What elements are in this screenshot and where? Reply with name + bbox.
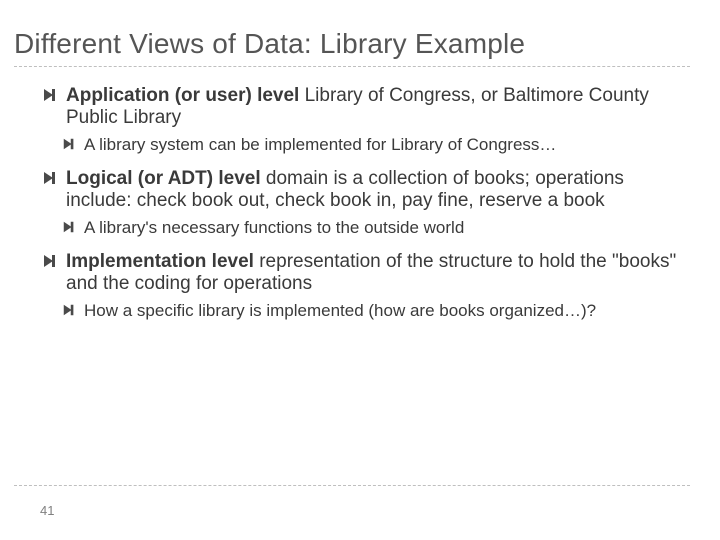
sub-bullet-item: A library's necessary functions to the o… xyxy=(84,218,680,238)
arrow-icon xyxy=(62,137,76,151)
arrow-icon xyxy=(62,220,76,234)
bullet-item: Logical (or ADT) level domain is a colle… xyxy=(66,168,680,237)
slide-title: Different Views of Data: Library Example xyxy=(14,28,690,60)
sub-bullet-item: How a specific library is implemented (h… xyxy=(84,301,680,321)
arrow-icon xyxy=(42,170,58,186)
title-divider xyxy=(14,66,690,67)
bullet-text: Implementation level representation of t… xyxy=(66,251,676,294)
sub-bullet-text: A library system can be implemented for … xyxy=(84,135,556,154)
sub-bullet-item: A library system can be implemented for … xyxy=(84,135,680,155)
bullet-text: Application (or user) level Library of C… xyxy=(66,85,649,128)
bullet-item: Implementation level representation of t… xyxy=(66,251,680,320)
bullet-item: Application (or user) level Library of C… xyxy=(66,85,680,154)
arrow-icon xyxy=(42,253,58,269)
sub-bullet-text: How a specific library is implemented (h… xyxy=(84,301,596,320)
bullet-bold: Implementation level xyxy=(66,251,254,272)
page-number: 41 xyxy=(40,503,54,518)
sub-bullet-text: A library's necessary functions to the o… xyxy=(84,218,464,237)
slide: Different Views of Data: Library Example… xyxy=(0,0,720,540)
arrow-icon xyxy=(62,303,76,317)
bullet-text: Logical (or ADT) level domain is a colle… xyxy=(66,168,624,211)
footer-divider xyxy=(14,485,690,486)
content-area: Application (or user) level Library of C… xyxy=(14,85,690,321)
bullet-bold: Logical (or ADT) level xyxy=(66,168,261,189)
bullet-bold: Application (or user) level xyxy=(66,85,299,106)
arrow-icon xyxy=(42,87,58,103)
